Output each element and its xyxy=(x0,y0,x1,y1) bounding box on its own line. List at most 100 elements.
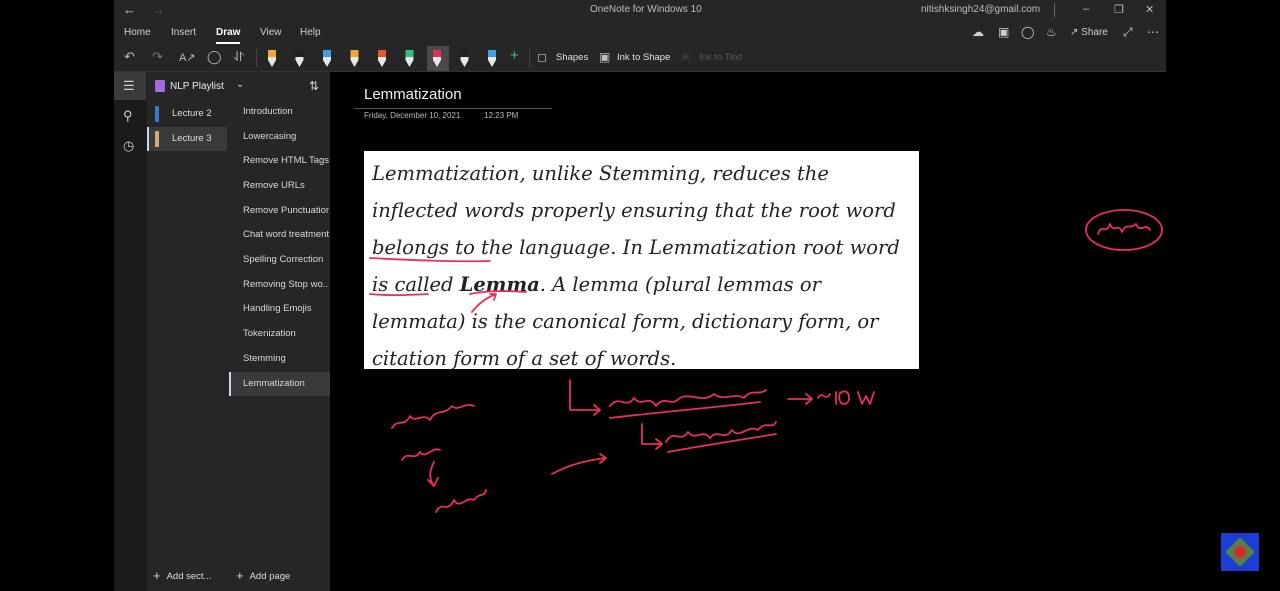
page-list: Introduction Lowercasing Remove HTML Tag… xyxy=(229,100,330,591)
plus-icon: + xyxy=(153,568,161,583)
section-color-bar xyxy=(155,131,159,147)
restore-icon[interactable]: ❐ xyxy=(1114,3,1124,16)
minimize-icon[interactable]: – xyxy=(1083,3,1089,15)
forward-arrow-icon[interactable]: → xyxy=(152,2,165,17)
ink-slow xyxy=(817,390,875,405)
page-label: Lemmatization xyxy=(243,378,305,389)
page-label: Removing Stop wo... xyxy=(243,279,329,290)
page-item-remove-html-tags[interactable]: Remove HTML Tags xyxy=(229,149,330,173)
add-section-button[interactable]: + Add sect... xyxy=(153,568,211,583)
page-item-spelling-correction[interactable]: Spelling Correction xyxy=(229,248,330,272)
ink-circle xyxy=(1085,209,1163,251)
toolbar-divider xyxy=(256,49,257,67)
page-item-handling-emojis[interactable]: Handling Emojis xyxy=(229,297,330,321)
plus-icon: + xyxy=(236,568,244,583)
ink-to-shape-button[interactable]: Ink to Shape xyxy=(617,52,670,63)
page-label: Lowercasing xyxy=(243,131,297,142)
add-page-button[interactable]: + Add page xyxy=(236,568,290,583)
add-pen-icon[interactable]: + xyxy=(510,47,519,64)
redo-icon[interactable]: ↷ xyxy=(152,49,163,65)
page-item-introduction[interactable]: Introduction xyxy=(229,100,330,124)
share-label: Share xyxy=(1081,27,1108,38)
page-time: 12:23 PM xyxy=(484,111,519,120)
type-select-icon[interactable]: A↗ xyxy=(179,51,196,64)
fullscreen-icon[interactable]: ⤢ xyxy=(1123,25,1133,40)
bell-icon[interactable]: ♨ xyxy=(1046,25,1057,39)
note-text-box[interactable]: Lemmatization, unlike Stemming, reduces … xyxy=(364,151,919,370)
ink-lexical-scribble xyxy=(665,421,777,443)
lasso-select-icon[interactable]: ◯ xyxy=(207,49,222,65)
pen-color xyxy=(323,50,331,57)
pen-highlighter-orange-icon[interactable] xyxy=(268,50,276,67)
section-item-lecture-2[interactable]: Lecture 2 xyxy=(147,102,229,126)
recent-clock-icon[interactable]: ◷ xyxy=(123,138,134,154)
section-label: Lecture 3 xyxy=(172,133,212,144)
pen-color xyxy=(433,50,441,57)
ink-to-text-icon[interactable]: ⚛ xyxy=(680,50,691,64)
ink-wordnet-scribble xyxy=(609,389,767,407)
tab-help[interactable]: Help xyxy=(300,27,321,38)
add-page-label: Add page xyxy=(249,571,291,582)
page-item-lemmatization[interactable]: Lemmatization xyxy=(229,372,330,396)
notebook-header[interactable]: NLP Playlist ⌄ ⇅ xyxy=(147,72,343,100)
pen-color xyxy=(405,50,414,57)
undo-icon[interactable]: ↶ xyxy=(124,49,135,65)
pen-highlighter-red-icon[interactable] xyxy=(378,50,386,67)
window-title: OneNote for Windows 10 xyxy=(590,4,702,15)
section-item-lecture-3[interactable]: Lecture 3 xyxy=(147,127,227,151)
add-bar: + Add sect... + Add page xyxy=(147,563,330,587)
note-canvas[interactable]: Lemmatization Friday, December 10, 2021 … xyxy=(330,72,1166,591)
more-options-icon[interactable]: ⋯ xyxy=(1147,25,1159,39)
pen-color xyxy=(350,50,359,57)
share-button[interactable]: ↗ Share xyxy=(1070,27,1108,38)
pen-color xyxy=(295,50,304,57)
ink-to-shape-icon[interactable]: ▣ xyxy=(599,50,610,64)
pen-pen-orange-icon[interactable] xyxy=(350,50,359,67)
page-item-remove-urls[interactable]: Remove URLs xyxy=(229,174,330,198)
page-label: Introduction xyxy=(243,106,293,117)
notebook-icon[interactable]: ▣ xyxy=(998,25,1009,39)
tab-insert[interactable]: Insert xyxy=(171,27,196,38)
sort-icon[interactable]: ⇅ xyxy=(309,79,319,93)
pen-color xyxy=(268,50,276,57)
note-paragraph: Lemmatization, unlike Stemming, reduces … xyxy=(372,155,917,377)
tab-draw[interactable]: Draw xyxy=(216,27,241,44)
page-title[interactable]: Lemmatization xyxy=(364,86,462,103)
page-item-chat-word-treatment[interactable]: Chat word treatment xyxy=(229,223,330,247)
page-label: Remove URLs xyxy=(243,180,305,191)
shapes-button[interactable]: Shapes xyxy=(556,52,588,63)
pen-pen-blue-2-icon[interactable] xyxy=(488,50,496,67)
page-item-remove-punctuation[interactable]: Remove Punctuation xyxy=(229,199,330,223)
lightbulb-icon[interactable]: ◯ xyxy=(1021,25,1034,39)
notebook-icon xyxy=(155,80,165,92)
pen-pen-green-icon[interactable] xyxy=(405,50,414,67)
close-icon[interactable]: ✕ xyxy=(1145,3,1154,16)
pen-pen-blue-icon[interactable] xyxy=(323,50,331,67)
page-item-stemming[interactable]: Stemming xyxy=(229,347,330,371)
ink-l-arrow xyxy=(569,379,601,416)
pen-pen-black-icon[interactable] xyxy=(295,50,304,67)
tab-view[interactable]: View xyxy=(260,27,282,38)
title-underline xyxy=(354,108,552,109)
add-space-icon[interactable]: ⥯ xyxy=(234,49,244,65)
ink-arrow-loose xyxy=(551,453,607,475)
page-item-lowercasing[interactable]: Lowercasing xyxy=(229,125,330,149)
page-label: Chat word treatment xyxy=(243,229,329,240)
onenote-window: ← → OneNote for Windows 10 nitishksingh2… xyxy=(114,0,1166,591)
page-item-removing-stop-words[interactable]: Removing Stop wo... xyxy=(229,273,330,297)
sync-icon[interactable]: ☁ xyxy=(972,25,984,39)
shapes-icon[interactable]: ◻ xyxy=(537,50,547,64)
pen-pen-black-2-icon[interactable] xyxy=(460,50,469,67)
notebooks-icon[interactable]: ☰ xyxy=(123,78,135,94)
user-account[interactable]: nitishksingh24@gmail.com xyxy=(921,4,1040,15)
tab-home[interactable]: Home xyxy=(124,27,151,38)
search-icon[interactable]: ⚲ xyxy=(123,108,133,124)
pen-pen-pink-icon[interactable] xyxy=(427,46,449,71)
ink-to-text-button[interactable]: Ink to Text xyxy=(699,52,742,63)
page-label: Spelling Correction xyxy=(243,254,324,265)
title-divider xyxy=(1054,3,1055,17)
ink-lemma-scribble xyxy=(1097,223,1151,235)
pen-palette xyxy=(268,46,496,71)
back-arrow-icon[interactable]: ← xyxy=(123,2,136,17)
page-item-tokenization[interactable]: Tokenization xyxy=(229,322,330,346)
